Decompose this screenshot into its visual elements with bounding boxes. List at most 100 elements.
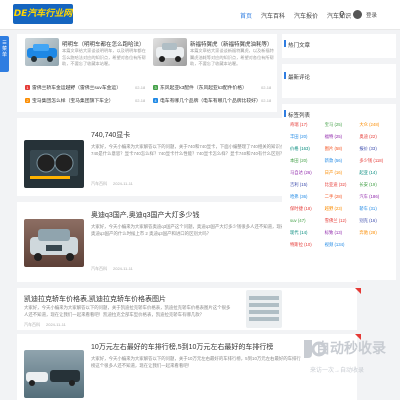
site-logo[interactable]: DE汽车行业网站 [13, 4, 73, 24]
tag-item[interactable]: 标致 (13) [323, 228, 354, 237]
post-thumb-2[interactable] [24, 219, 84, 267]
tag-item[interactable]: 特斯拉 (10) [288, 240, 319, 249]
tag-item[interactable]: suv (47) [288, 216, 319, 225]
top-navbar: DE汽车行业网站 首页 汽车百科 汽车报价 汽车知识 ⚲ 登录 [0, 0, 400, 30]
tag-item[interactable]: 现代 (14) [288, 228, 319, 237]
hot-link-2[interactable]: 2 宝马集团怎么样（宝马集团旗下车企） [25, 97, 114, 104]
tag-label: 丰田 (20) [290, 134, 308, 139]
post-category[interactable]: 汽车百科 [91, 181, 107, 187]
nav-item-home[interactable]: 首页 [240, 11, 252, 20]
hot-link-date: 02-18 [135, 98, 146, 103]
tag-label: 二手 (28) [324, 194, 343, 199]
tag-item[interactable]: 大众 (248) [357, 120, 388, 129]
featured-image-1[interactable] [25, 38, 59, 66]
post-date: 2024-11-11 [113, 266, 133, 271]
tag-label: 长安 (19) [359, 182, 377, 187]
post-title-1[interactable]: 740,740显卡 [91, 130, 130, 140]
post-category[interactable]: 汽车百科 [24, 322, 40, 328]
post-meta-3: 汽车百科 2024-11-11 [24, 322, 66, 328]
tag-item[interactable]: 别克 (16) [357, 216, 388, 225]
post-title-3[interactable]: 凯迪拉克轿车价格表,凯迪拉克轿车价格表图片 [24, 294, 166, 304]
widget-title-tags: 标签列表 [288, 113, 311, 119]
tag-item[interactable]: 奔驰 (28) [357, 228, 388, 237]
hot-link-4[interactable]: 4 电车有哪几个品牌（电车有哪几个品牌比较好） [153, 97, 261, 104]
featured-block: 明明车（明明车都在怎么跑哈法） 本篇文章给大家谈谈明明车，以及明明车都在怎么跑哈… [17, 34, 277, 112]
tag-label: 价格 (163) [290, 146, 310, 151]
tag-item[interactable]: 哈弗 (36) [288, 192, 319, 201]
featured-image-2[interactable] [153, 38, 187, 66]
tag-label: 图片 (58) [324, 146, 343, 151]
tag-item[interactable]: 越野 (23) [323, 204, 354, 213]
login-link[interactable]: 登录 [366, 11, 377, 19]
tag-item[interactable]: 多少钱 (118) [357, 156, 388, 165]
search-icon[interactable]: ⚲ [339, 10, 345, 19]
hot-link-text: 宝马集团怎么样（宝马集团旗下车企） [32, 99, 114, 104]
tag-item[interactable]: 福特 (25) [323, 132, 354, 141]
post-date: 2024-11-11 [46, 322, 66, 327]
tag-item[interactable]: 比亚迪 (32) [323, 180, 354, 189]
tag-label: 越野 (23) [324, 206, 343, 211]
tag-label: 哈弗 (36) [290, 194, 308, 199]
tag-label: 福特 (25) [324, 134, 343, 139]
tag-item[interactable]: 奥迪 (22) [357, 132, 388, 141]
widget-title-comments: 最新评论 [288, 75, 311, 81]
tag-item[interactable]: 二手 (28) [323, 192, 354, 201]
post-excerpt-3: 大家好，今天小编来为大家解答以下的问题，关于凯迪拉克轿车价格表，凯迪拉克轿车价格… [24, 305, 231, 317]
featured-title-1[interactable]: 明明车（明明车都在怎么跑哈法） [62, 40, 145, 48]
tag-item[interactable]: 图片 (58) [323, 144, 354, 153]
tag-label: 多少钱 (118) [359, 158, 384, 163]
tag-item[interactable]: 轿车 (31) [357, 204, 388, 213]
tag-label: 报价 (33) [359, 146, 377, 151]
nav-item-encyclopedia[interactable]: 汽车百科 [261, 11, 285, 20]
tag-label: 保时捷 (18) [290, 206, 312, 211]
tag-label: 现代 (14) [290, 230, 308, 235]
tag-label: 特斯拉 (10) [290, 242, 312, 247]
tag-label: 比亚迪 (32) [324, 182, 347, 187]
tag-label: 奔驰 (28) [359, 230, 377, 235]
tag-item[interactable]: 本田 (20) [288, 156, 319, 165]
featured-desc-1: 本篇文章给大家谈谈明明车，以及明明车都在怎么跑哈法对应的知识点，希望对各位有所帮… [62, 48, 146, 66]
hot-link-text: 电车有哪几个品牌（电车有哪几个品牌比较好） [160, 99, 261, 104]
tag-item[interactable]: 起亚 (14) [357, 168, 388, 177]
tag-label: 本田 (20) [290, 158, 308, 163]
tag-label: 大众 (248) [359, 122, 380, 127]
hot-link-text: 雷佛兰轿车金运越野（雷佛兰suv车金运） [32, 86, 122, 91]
post-title-4[interactable]: 10万元左右最好的车排行榜,5到10万元左右最好的车排行榜 [91, 342, 273, 352]
tag-item[interactable]: 长安 (19) [357, 180, 388, 189]
side-menu-tab[interactable]: ☰ 菜单 [0, 36, 9, 72]
side-menu-label: 菜单 [1, 46, 7, 58]
tag-item[interactable]: 价格 (163) [288, 144, 319, 153]
tag-item[interactable]: 报价 (33) [357, 144, 388, 153]
featured-title-2[interactable]: 新福特翼虎（新福特翼虎油耗等） [190, 40, 273, 48]
tag-item[interactable]: 视频 (134) [323, 240, 354, 249]
post-thumb-1[interactable] [24, 140, 84, 188]
post-thumb-3[interactable] [246, 290, 282, 328]
tag-label: 起亚 (14) [359, 170, 377, 175]
post-date: 2024-11-11 [113, 181, 133, 186]
tag-item[interactable]: 雪佛兰 (12) [323, 216, 354, 225]
tag-label: 宝马 (25) [324, 122, 343, 127]
tag-item[interactable]: 奇瑞 (17) [288, 120, 319, 129]
tag-item[interactable]: 宝马 (25) [323, 120, 354, 129]
post-thumb-4[interactable] [24, 350, 84, 398]
tag-label: 新款 (56) [324, 158, 343, 163]
tag-label: 吉利 (15) [290, 182, 308, 187]
tag-item[interactable]: 保时捷 (18) [288, 204, 319, 213]
hot-link-3[interactable]: 3 东风起亚k3配件（东风起亚k3配件价格） [153, 84, 247, 91]
tag-item[interactable]: 日产 (16) [323, 168, 354, 177]
post-title-2[interactable]: 奥迪q3国产,奥迪q3国产大灯多少钱 [91, 210, 200, 220]
avatar[interactable] [353, 10, 362, 19]
tag-label: suv (47) [290, 218, 306, 223]
tag-item[interactable]: 吉利 (15) [288, 180, 319, 189]
rank-badge: 4 [153, 98, 158, 103]
hot-link-1[interactable]: 1 雷佛兰轿车金运越野（雷佛兰suv车金运） [25, 84, 121, 91]
nav-item-prices[interactable]: 汽车报价 [294, 11, 318, 20]
rank-badge: 2 [25, 98, 30, 103]
tag-item[interactable]: 马自达 (26) [288, 168, 319, 177]
tag-item[interactable]: 汽车 (186) [357, 192, 388, 201]
tag-item[interactable]: 新款 (56) [323, 156, 354, 165]
post-category[interactable]: 汽车百科 [91, 266, 107, 272]
watermark-subtext: 来访一次→自动收录 [310, 368, 365, 374]
tag-item[interactable]: 丰田 (20) [288, 132, 319, 141]
widget-title-hot: 热门文章 [288, 43, 311, 49]
